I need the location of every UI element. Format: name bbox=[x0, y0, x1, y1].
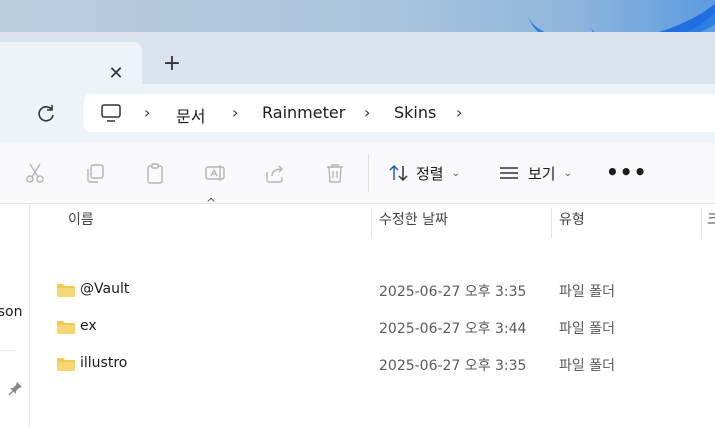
view-label: 보기 bbox=[528, 164, 556, 183]
file-explorer-window: ✕ + › 문서 › Rainmeter › Skins › 정렬 ⌄ 보기 ⌄… bbox=[0, 32, 715, 428]
list-item[interactable]: illustro 2025-06-27 오후 3:35 파일 폴더 bbox=[30, 346, 715, 382]
chevron-down-icon: ⌄ bbox=[563, 167, 572, 179]
nav-divider bbox=[0, 350, 16, 351]
new-tab-button[interactable]: + bbox=[158, 50, 186, 78]
this-pc-icon[interactable] bbox=[100, 103, 122, 123]
sort-icon bbox=[389, 164, 408, 182]
pin-icon[interactable] bbox=[8, 380, 24, 396]
address-bar: › 문서 › Rainmeter › Skins › bbox=[0, 84, 715, 142]
breadcrumb-chevron-icon[interactable]: › bbox=[364, 103, 370, 122]
toolbar-separator bbox=[368, 154, 369, 192]
column-header-type[interactable]: 유형 bbox=[551, 204, 701, 236]
column-header-modified[interactable]: 수정한 날짜 bbox=[371, 204, 551, 236]
file-list: ^ 이름 수정한 날짜 유형 크 @Vault 2025-06-27 오후 3:… bbox=[30, 196, 715, 428]
breadcrumb-item-skins[interactable]: Skins bbox=[394, 103, 436, 122]
tab-bar: ✕ + bbox=[0, 32, 715, 84]
column-header-name[interactable]: 이름 bbox=[60, 204, 370, 236]
tab-active[interactable]: ✕ bbox=[0, 42, 142, 84]
copy-icon[interactable] bbox=[84, 162, 106, 184]
list-item[interactable]: @Vault 2025-06-27 오후 3:35 파일 폴더 bbox=[30, 272, 715, 308]
breadcrumb-chevron-icon[interactable]: › bbox=[144, 103, 150, 122]
cut-icon[interactable] bbox=[24, 162, 46, 184]
breadcrumb-item-rainmeter[interactable]: Rainmeter bbox=[262, 103, 345, 122]
delete-icon[interactable] bbox=[324, 162, 346, 184]
column-separator[interactable] bbox=[701, 208, 702, 238]
sort-button[interactable]: 정렬 ⌄ bbox=[388, 162, 460, 184]
file-name: ex bbox=[80, 318, 97, 334]
wallpaper-swirl-2 bbox=[575, 0, 715, 32]
sort-label: 정렬 bbox=[416, 164, 444, 183]
breadcrumb-chevron-icon[interactable]: › bbox=[232, 103, 238, 122]
file-type: 파일 폴더 bbox=[559, 321, 615, 337]
paste-icon[interactable] bbox=[144, 162, 166, 184]
desktop-wallpaper bbox=[0, 0, 715, 32]
file-name: illustro bbox=[80, 355, 128, 371]
share-icon[interactable] bbox=[264, 162, 286, 184]
file-type: 파일 폴더 bbox=[559, 358, 615, 374]
file-modified: 2025-06-27 오후 3:35 bbox=[379, 284, 527, 300]
nav-item-label[interactable]: rson bbox=[0, 304, 23, 320]
rename-icon[interactable] bbox=[204, 162, 226, 184]
view-button[interactable]: 보기 ⌄ bbox=[498, 162, 572, 184]
column-header-size[interactable]: 크 bbox=[705, 204, 715, 236]
file-name: @Vault bbox=[80, 281, 130, 297]
command-bar: 정렬 ⌄ 보기 ⌄ ••• bbox=[0, 142, 715, 204]
more-options-icon[interactable]: ••• bbox=[606, 160, 647, 184]
breadcrumb[interactable]: › 문서 › Rainmeter › Skins › bbox=[84, 94, 715, 132]
close-tab-icon[interactable]: ✕ bbox=[104, 62, 128, 86]
file-modified: 2025-06-27 오후 3:44 bbox=[379, 321, 527, 337]
file-modified: 2025-06-27 오후 3:35 bbox=[379, 358, 527, 374]
file-type: 파일 폴더 bbox=[559, 284, 615, 300]
navigation-pane: rson bbox=[0, 204, 30, 428]
view-icon bbox=[500, 167, 518, 179]
refresh-icon[interactable] bbox=[34, 102, 58, 126]
folder-icon bbox=[57, 321, 75, 334]
breadcrumb-item-documents[interactable]: 문서 bbox=[176, 103, 205, 127]
folder-icon bbox=[57, 358, 75, 371]
breadcrumb-chevron-icon[interactable]: › bbox=[456, 103, 462, 122]
folder-icon bbox=[57, 284, 75, 297]
list-item[interactable]: ex 2025-06-27 오후 3:44 파일 폴더 bbox=[30, 309, 715, 345]
chevron-down-icon: ⌄ bbox=[451, 167, 460, 179]
